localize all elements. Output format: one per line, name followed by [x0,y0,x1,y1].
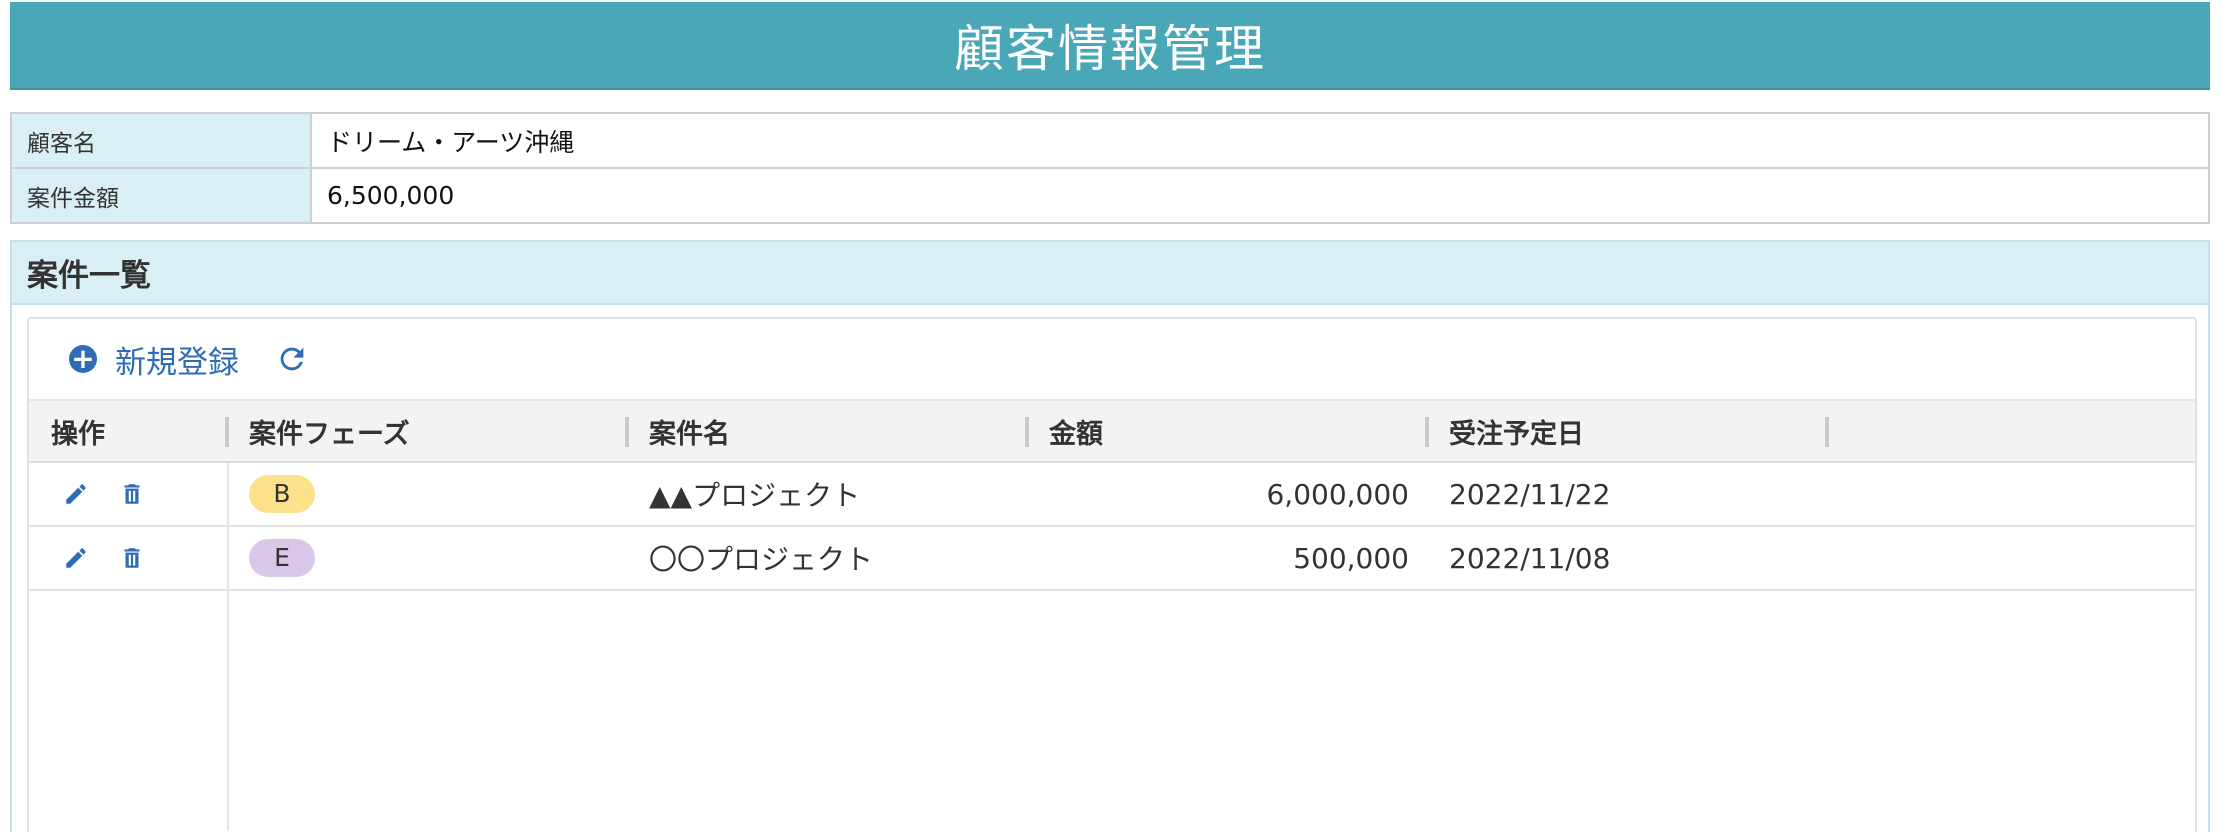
project-amount: 6,000,000 [1266,477,1409,511]
phase-badge: B [249,475,315,513]
new-registration-button[interactable]: + 新規登録 [69,337,239,382]
trash-icon[interactable] [119,545,145,571]
project-amount-label: 案件金額 [12,169,312,222]
row-amount-cell: 6,000,000 [1029,463,1429,525]
expected-order-date: 2022/11/22 [1449,477,1611,511]
info-row-customer-name: 顧客名 ドリーム・アーツ沖縄 [12,114,2208,167]
phase-badge: E [249,539,315,577]
page-title: 顧客情報管理 [954,20,1266,78]
edit-icon[interactable] [63,481,89,507]
row-date-cell: 2022/11/08 [1429,527,1829,589]
row-name-cell: ▲▲プロジェクト [629,463,1029,525]
expected-order-date: 2022/11/08 [1449,541,1611,575]
customer-name-label: 顧客名 [12,114,312,167]
column-header-amount-label: 金額 [1049,418,1103,450]
row-date-cell: 2022/11/22 [1429,463,1829,525]
column-header-filler [1829,401,2195,461]
column-header-date[interactable]: 受注予定日 [1429,401,1829,461]
row-filler-cell [1829,463,2195,525]
refresh-icon[interactable] [275,342,309,376]
grid-header-row: 操作 案件フェーズ 案件名 金額 受注予定日 [29,401,2195,463]
project-amount-value: 6,500,000 [327,181,455,210]
column-header-ops[interactable]: 操作 [29,401,229,461]
info-row-project-amount: 案件金額 6,500,000 [12,167,2208,222]
customer-info-table: 顧客名 ドリーム・アーツ沖縄 案件金額 6,500,000 [10,112,2210,224]
row-phase-cell: B [229,463,629,525]
column-header-name-label: 案件名 [649,418,730,450]
section-title: 案件一覧 [12,242,2208,305]
project-grid: + 新規登録 操作 案件フェーズ 案件名 金額 受注予定日 B ▲▲プロジェクト… [27,317,2197,832]
grid-empty-area [29,591,2195,831]
column-header-phase-label: 案件フェーズ [249,418,410,450]
project-name: ▲▲プロジェクト [649,479,861,512]
row-filler-cell [1829,527,2195,589]
row-name-cell: 〇〇プロジェクト [629,527,1029,589]
project-name: 〇〇プロジェクト [649,543,874,576]
column-header-name[interactable]: 案件名 [629,401,1029,461]
column-header-phase[interactable]: 案件フェーズ [229,401,629,461]
plus-circle-icon: + [69,345,97,373]
column-header-amount[interactable]: 金額 [1029,401,1429,461]
table-row[interactable]: E 〇〇プロジェクト 500,000 2022/11/08 [29,527,2195,591]
row-ops-cell [29,463,229,525]
row-ops-cell [29,527,229,589]
project-amount: 500,000 [1293,541,1409,575]
customer-management-page: 顧客情報管理 顧客名 ドリーム・アーツ沖縄 案件金額 6,500,000 案件一… [0,0,2222,832]
row-phase-cell: E [229,527,629,589]
table-row[interactable]: B ▲▲プロジェクト 6,000,000 2022/11/22 [29,463,2195,527]
row-amount-cell: 500,000 [1029,527,1429,589]
column-header-date-label: 受注予定日 [1449,418,1584,450]
title-bar: 顧客情報管理 [10,2,2210,90]
project-list-section: 案件一覧 + 新規登録 操作 案件フェーズ 案件名 金額 受注予定日 B ▲▲プ… [10,240,2210,832]
edit-icon[interactable] [63,545,89,571]
grid-toolbar: + 新規登録 [29,319,2195,401]
ops-column-divider [227,591,229,831]
column-header-ops-label: 操作 [51,418,105,450]
customer-name-value: ドリーム・アーツ沖縄 [327,127,575,157]
trash-icon[interactable] [119,481,145,507]
new-registration-label: 新規登録 [115,344,239,381]
